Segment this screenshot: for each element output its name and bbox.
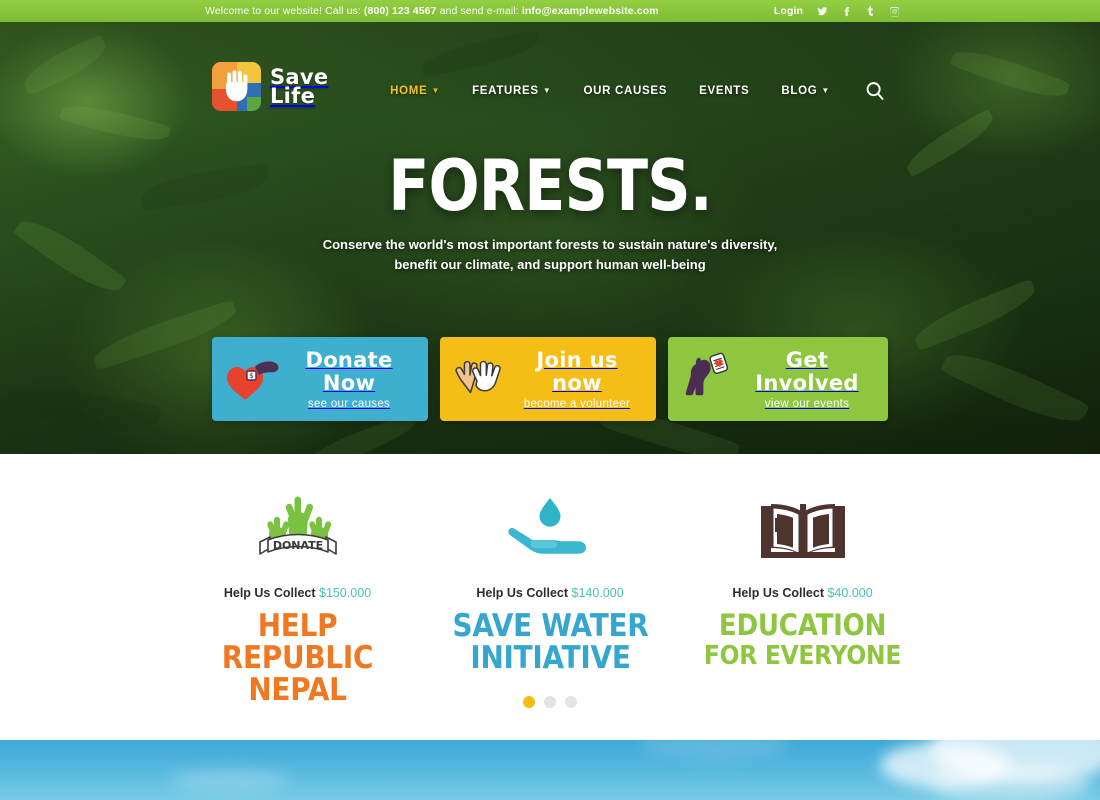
donate-now-card[interactable]: $ Donate Now see our causes <box>212 337 428 421</box>
cause-title-education[interactable]: EDUCATION FOR EVERYONE <box>701 610 904 672</box>
cause-title-water[interactable]: SAVE WATER INITIATIVE <box>449 610 652 674</box>
carousel-dot-3[interactable] <box>565 696 577 708</box>
donate-now-subtitle: see our causes <box>307 397 391 410</box>
cause-card-water[interactable]: Help Us Collect $140.000 SAVE WATER INIT… <box>438 484 663 706</box>
cause-title-line-1: SAVE WATER <box>451 608 648 644</box>
hand-water-drop-icon <box>438 484 663 570</box>
get-involved-card[interactable]: Get Involved view our events <box>668 337 888 421</box>
main-navigation: HOME ▼ FEATURES ▼ OUR CAUSES EVENTS BLOG… <box>374 78 888 104</box>
page-root: Welcome to our website! Call us: (800) 1… <box>0 0 1100 800</box>
email-address[interactable]: info@examplewebsite.com <box>522 5 659 17</box>
welcome-mid: and send e-mail: <box>436 5 522 17</box>
search-icon[interactable] <box>862 78 888 104</box>
instagram-icon[interactable] <box>889 6 900 17</box>
nav-label-events: EVENTS <box>699 85 750 97</box>
cause-collect-line: Help Us Collect $150.000 <box>185 586 410 600</box>
cause-collect-line: Help Us Collect $140.000 <box>438 586 663 600</box>
causes-carousel-track: DONATE Help Us Collect $150.000 HELP REP… <box>185 484 915 706</box>
donate-hands-ribbon-icon: DONATE <box>185 484 410 570</box>
social-links <box>817 5 900 17</box>
logo-wordmark: Save Life <box>270 66 328 108</box>
site-header: Save Life HOME ▼ FEATURES ▼ OUR CAUSES E… <box>0 22 1100 111</box>
carousel-dot-1[interactable] <box>523 696 535 708</box>
donate-now-title: Donate Now <box>305 347 393 395</box>
site-logo[interactable]: Save Life <box>212 62 328 111</box>
nav-label-home: HOME <box>390 85 428 97</box>
clapping-hands-icon <box>450 356 512 402</box>
join-us-now-subtitle: become a volunteer <box>523 397 631 410</box>
open-book-icon <box>690 484 915 570</box>
carousel-dot-2[interactable] <box>544 696 556 708</box>
topbar-actions: Login <box>774 0 900 22</box>
sky-section <box>0 740 1100 800</box>
collect-label: Help Us Collect <box>476 586 569 600</box>
cause-title-nepal[interactable]: HELP REPUBLIC NEPAL <box>196 610 399 706</box>
nav-item-home[interactable]: HOME ▼ <box>374 85 456 97</box>
collect-label: Help Us Collect <box>732 586 824 600</box>
dog-tag-icon <box>678 350 740 408</box>
twitter-icon[interactable] <box>817 6 828 17</box>
cause-collect-line: Help Us Collect $40.000 <box>690 586 915 600</box>
nav-item-events[interactable]: EVENTS <box>683 85 765 97</box>
nav-label-our-causes: OUR CAUSES <box>583 85 668 97</box>
collect-label: Help Us Collect <box>223 586 316 600</box>
contact-text: Welcome to our website! Call us: (800) 1… <box>205 5 659 17</box>
get-involved-subtitle: view our events <box>764 397 850 410</box>
cause-title-line-1: EDUCATION <box>718 608 887 642</box>
top-announcement-bar: Welcome to our website! Call us: (800) 1… <box>0 0 1100 22</box>
get-involved-text: Get Involved view our events <box>740 347 878 410</box>
get-involved-title: Get Involved <box>755 347 859 395</box>
hero-title: FORESTS. <box>388 145 712 227</box>
cause-amount: $40.000 <box>827 586 873 600</box>
cause-card-nepal[interactable]: DONATE Help Us Collect $150.000 HELP REP… <box>185 484 410 706</box>
cause-card-education[interactable]: Help Us Collect $40.000 EDUCATION FOR EV… <box>690 484 915 706</box>
svg-text:$: $ <box>249 372 253 380</box>
heart-donate-icon: $ <box>222 357 284 401</box>
hero-subtitle-line-1: Conserve the world's most important fore… <box>322 237 778 252</box>
svg-text:DONATE: DONATE <box>272 539 322 552</box>
login-link[interactable]: Login <box>774 5 803 17</box>
nav-item-our-causes[interactable]: OUR CAUSES <box>567 85 683 97</box>
chevron-down-icon: ▼ <box>431 86 441 95</box>
cause-title-line-2: INITIATIVE <box>469 640 631 676</box>
donate-now-text: Donate Now see our causes <box>284 347 418 410</box>
chevron-down-icon: ▼ <box>821 86 830 95</box>
facebook-icon[interactable] <box>841 6 852 17</box>
nav-item-blog[interactable]: BLOG ▼ <box>765 85 846 97</box>
join-us-now-text: Join us now become a volunteer <box>512 347 646 410</box>
cause-amount: $150.000 <box>319 586 372 600</box>
join-us-now-title: Join us now <box>536 347 618 395</box>
logo-line-2: Life <box>270 83 316 108</box>
phone-number[interactable]: (800) 123 4567 <box>364 5 437 17</box>
hero-subtitle: Conserve the world's most important fore… <box>0 235 1100 275</box>
cause-title-line-2: FOR EVERYONE <box>703 641 902 671</box>
hero-section: Save Life HOME ▼ FEATURES ▼ OUR CAUSES E… <box>0 22 1100 454</box>
nav-label-blog: BLOG <box>781 85 818 97</box>
join-us-now-card[interactable]: Join us now become a volunteer <box>440 337 656 421</box>
welcome-prefix: Welcome to our website! Call us: <box>205 5 364 17</box>
chevron-down-icon: ▼ <box>542 86 552 95</box>
nav-item-features[interactable]: FEATURES ▼ <box>456 85 567 97</box>
carousel-pagination <box>0 696 1100 708</box>
cause-title-line-1: HELP REPUBLIC <box>221 608 374 676</box>
cause-amount: $140.000 <box>571 586 624 600</box>
hero-copy: FORESTS. Conserve the world's most impor… <box>0 150 1100 275</box>
causes-section: DONATE Help Us Collect $150.000 HELP REP… <box>0 454 1100 740</box>
tumblr-icon[interactable] <box>865 5 876 17</box>
nav-label-features: FEATURES <box>472 85 539 97</box>
hand-logo-icon <box>212 62 261 111</box>
hero-subtitle-line-2: benefit our climate, and support human w… <box>394 257 706 272</box>
hero-cta-row: $ Donate Now see our causes Join us now … <box>212 337 888 421</box>
